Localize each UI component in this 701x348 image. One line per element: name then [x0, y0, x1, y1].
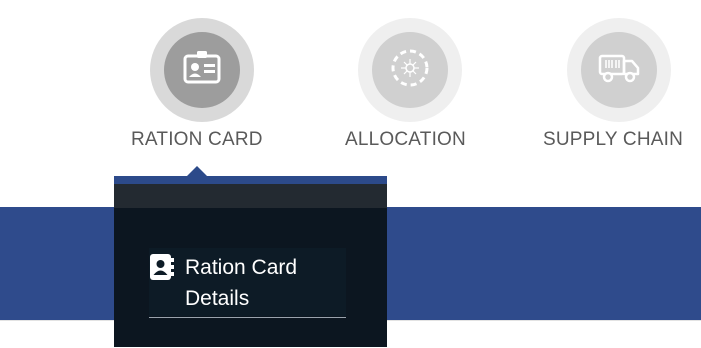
menu-item-label[interactable]: Ration Card Details: [185, 252, 345, 314]
dropdown-caret: [187, 166, 207, 176]
menu-item-ration-card-details[interactable]: Ration Card Details: [149, 248, 346, 316]
supply-chain-icon-circle[interactable]: [567, 18, 671, 122]
nav-label-ration-card[interactable]: RATION CARD: [131, 129, 263, 151]
ration-card-icon-circle[interactable]: [150, 18, 254, 122]
nav-label-allocation[interactable]: ALLOCATION: [345, 129, 466, 151]
allocation-wheel-icon: [389, 47, 431, 94]
dropdown-header-bar: [114, 184, 387, 208]
menu-item-divider: [149, 317, 346, 318]
id-badge-icon: [182, 48, 222, 93]
menu-item-label-line2: Details: [185, 287, 250, 310]
menu-item-label-line1: Ration Card: [185, 256, 298, 279]
allocation-icon-circle[interactable]: [358, 18, 462, 122]
contact-book-icon: [149, 253, 175, 281]
nav-label-supply-chain[interactable]: SUPPLY CHAIN: [543, 129, 683, 151]
dropdown-top-accent: [114, 176, 387, 184]
ration-card-dropdown-menu: Ration Card Details: [114, 176, 387, 347]
delivery-truck-icon: [597, 50, 641, 91]
